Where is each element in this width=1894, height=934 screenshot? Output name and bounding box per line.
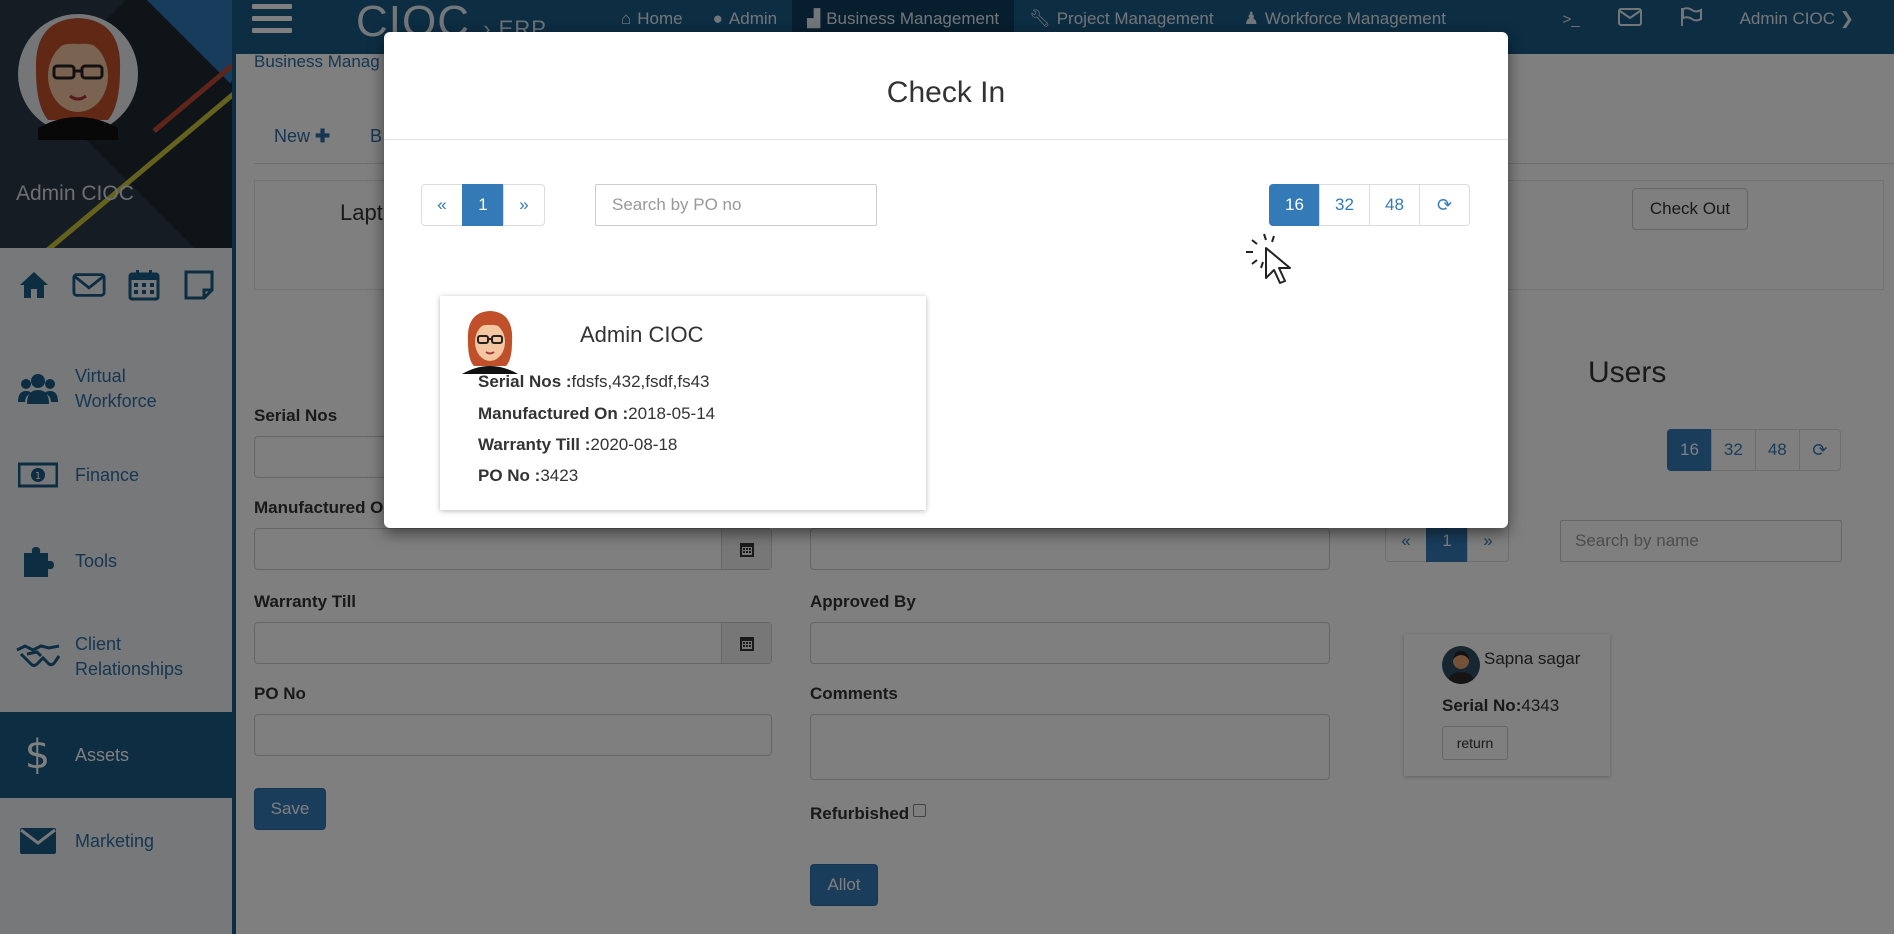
owner-name: Admin CIOC [580,322,704,347]
po-search-input[interactable] [595,184,877,226]
page-size-16[interactable]: 16 [1269,184,1320,226]
modal-title: Check In [886,76,1006,109]
asset-card[interactable]: Admin CIOC Serial Nos :fdsfs,432,fsdf,fs… [440,296,926,510]
po-no-row: PO No :3423 [478,466,579,485]
modal-pager: « 1 » [421,184,545,226]
manufactured-on-row: Manufactured On :2018-05-14 [478,404,716,423]
modal-page-size: 16 32 48 ⟳ [1269,184,1470,226]
modal-header: Check In [384,32,1508,140]
pager-prev[interactable]: « [421,184,463,226]
pager-page-1[interactable]: 1 [462,184,504,226]
mouse-cursor-icon [1246,233,1291,284]
check-in-modal: Check In « 1 » 16 32 48 ⟳ Admin CIOC Ser… [384,32,1508,528]
owner-avatar [462,311,518,374]
refresh-icon[interactable]: ⟳ [1419,184,1470,226]
pager-next[interactable]: » [503,184,545,226]
serial-nos-row: Serial Nos :fdsfs,432,fsdf,fs43 [478,372,710,391]
page-size-48[interactable]: 48 [1369,184,1420,226]
page-size-32[interactable]: 32 [1319,184,1370,226]
warranty-till-row: Warranty Till :2020-08-18 [478,435,678,454]
